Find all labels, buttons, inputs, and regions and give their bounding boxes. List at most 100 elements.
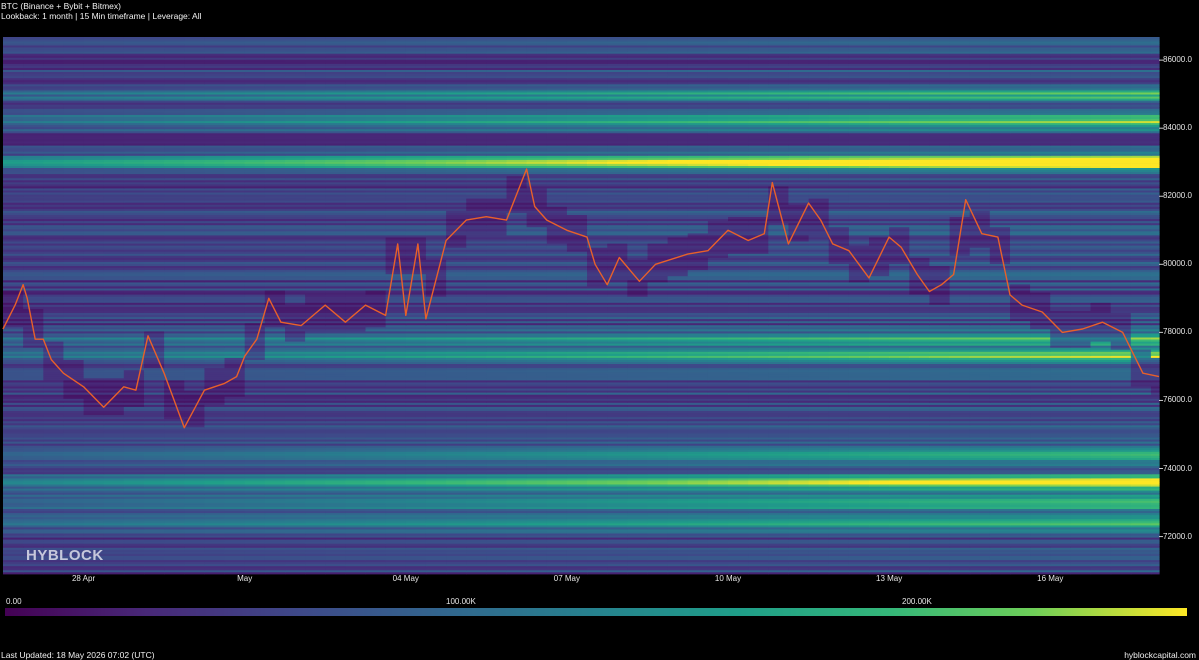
heatmap-cell — [446, 484, 467, 487]
heatmap-cell — [164, 504, 185, 507]
heatmap-cell — [1010, 563, 1031, 567]
heatmap-cell — [1090, 494, 1112, 497]
heatmap-cell — [184, 455, 205, 458]
heatmap-cell — [506, 465, 528, 469]
heatmap-cell — [969, 504, 991, 507]
heatmap-cell — [1130, 494, 1152, 497]
heatmap-cell — [325, 500, 346, 503]
heatmap-cell — [627, 476, 648, 479]
heatmap-cell — [949, 494, 971, 497]
heatmap-cell — [687, 455, 709, 458]
heatmap-cell — [1070, 533, 1092, 536]
heatmap-cell — [526, 567, 548, 571]
heatmap-cell — [728, 490, 749, 493]
heatmap-cell — [1150, 547, 1160, 550]
heatmap-cell — [828, 500, 850, 503]
heatmap-cell — [949, 476, 971, 479]
heatmap-cell — [506, 494, 528, 497]
heatmap-cell — [3, 484, 24, 487]
heatmap-cell — [1150, 504, 1160, 507]
heatmap-cell — [647, 494, 669, 497]
heatmap-cell — [365, 504, 387, 507]
heatmap-cell — [204, 427, 226, 430]
heatmap-cell — [889, 402, 910, 405]
heatmap-cell — [23, 459, 44, 463]
heatmap-cell — [466, 455, 487, 458]
heatmap-cell — [1050, 465, 1071, 469]
heatmap-cell — [526, 412, 548, 416]
heatmap-cell — [1090, 484, 1112, 487]
heatmap-cell — [969, 514, 991, 518]
heatmap-cell — [848, 504, 870, 507]
heatmap-cell — [506, 451, 528, 454]
heatmap-cell — [889, 553, 910, 556]
heatmap-cell — [325, 469, 346, 473]
heatmap-cell — [244, 476, 266, 479]
heatmap-cell — [184, 529, 205, 532]
heatmap-cell — [848, 572, 870, 575]
heatmap-cell — [1030, 533, 1051, 536]
heatmap-cell — [264, 508, 286, 512]
heatmap-cell — [828, 480, 850, 483]
heatmap-cell — [305, 533, 326, 536]
heatmap-cell — [909, 465, 930, 469]
heatmap-cell — [969, 476, 991, 479]
heatmap-cell — [365, 476, 387, 479]
heatmap-cell — [587, 518, 608, 522]
heatmap-cell — [1010, 508, 1031, 512]
heatmap-cell — [909, 508, 930, 512]
heatmap-cell — [687, 539, 709, 542]
heatmap-cell — [989, 529, 1011, 532]
heatmap-cell — [546, 406, 568, 409]
heatmap-cell — [264, 416, 286, 420]
heatmap-cell — [1150, 441, 1160, 444]
heatmap-cell — [566, 500, 588, 503]
heatmap-cell — [828, 476, 850, 479]
heatmap-cell — [1030, 441, 1051, 444]
heatmap-cell — [506, 484, 528, 487]
heatmap-cell — [385, 480, 407, 483]
heatmap-cell — [224, 431, 246, 434]
heatmap-cell — [103, 469, 125, 473]
heatmap-cell — [768, 529, 789, 532]
heatmap-cell — [184, 523, 205, 526]
heatmap-cell — [43, 543, 64, 546]
heatmap-cell — [103, 529, 125, 532]
heatmap-cell — [506, 435, 528, 438]
heatmap-cell — [808, 427, 830, 430]
heatmap-cell — [103, 490, 125, 493]
heatmap-cell — [848, 455, 870, 458]
heatmap-cell — [728, 455, 749, 458]
heatmap-cell — [1010, 465, 1031, 469]
heatmap-cell — [989, 533, 1011, 536]
heatmap-cell — [869, 504, 890, 507]
heatmap-cell — [224, 518, 246, 522]
heatmap-cell — [144, 518, 165, 522]
heatmap-cell — [144, 500, 165, 503]
heatmap-cell — [587, 539, 608, 542]
heatmap-cell — [345, 543, 367, 546]
heatmap-cell — [466, 427, 487, 430]
heatmap-cell — [788, 518, 810, 522]
heatmap-cell — [144, 480, 165, 483]
heatmap-cell — [1090, 416, 1112, 420]
heatmap-cell — [285, 416, 306, 420]
heatmap-cell — [788, 402, 810, 405]
heatmap-cell — [788, 476, 810, 479]
heatmap-cell — [566, 547, 588, 550]
heatmap-cell — [1050, 539, 1071, 542]
heatmap-cell — [587, 420, 608, 424]
heatmap-cell — [768, 406, 789, 409]
heatmap-cell — [607, 539, 628, 542]
heatmap-cell — [345, 431, 367, 434]
heatmap-cell — [909, 490, 930, 493]
heatmap-cell — [123, 533, 145, 536]
heatmap-cell — [1070, 480, 1092, 483]
heatmap-cell — [949, 465, 971, 469]
heatmap-cell — [3, 529, 24, 532]
heatmap-cell — [788, 533, 810, 536]
heatmap-cell — [325, 427, 346, 430]
heatmap-cell — [345, 469, 367, 473]
heatmap-cell — [627, 514, 648, 518]
heatmap-cell — [869, 514, 890, 518]
